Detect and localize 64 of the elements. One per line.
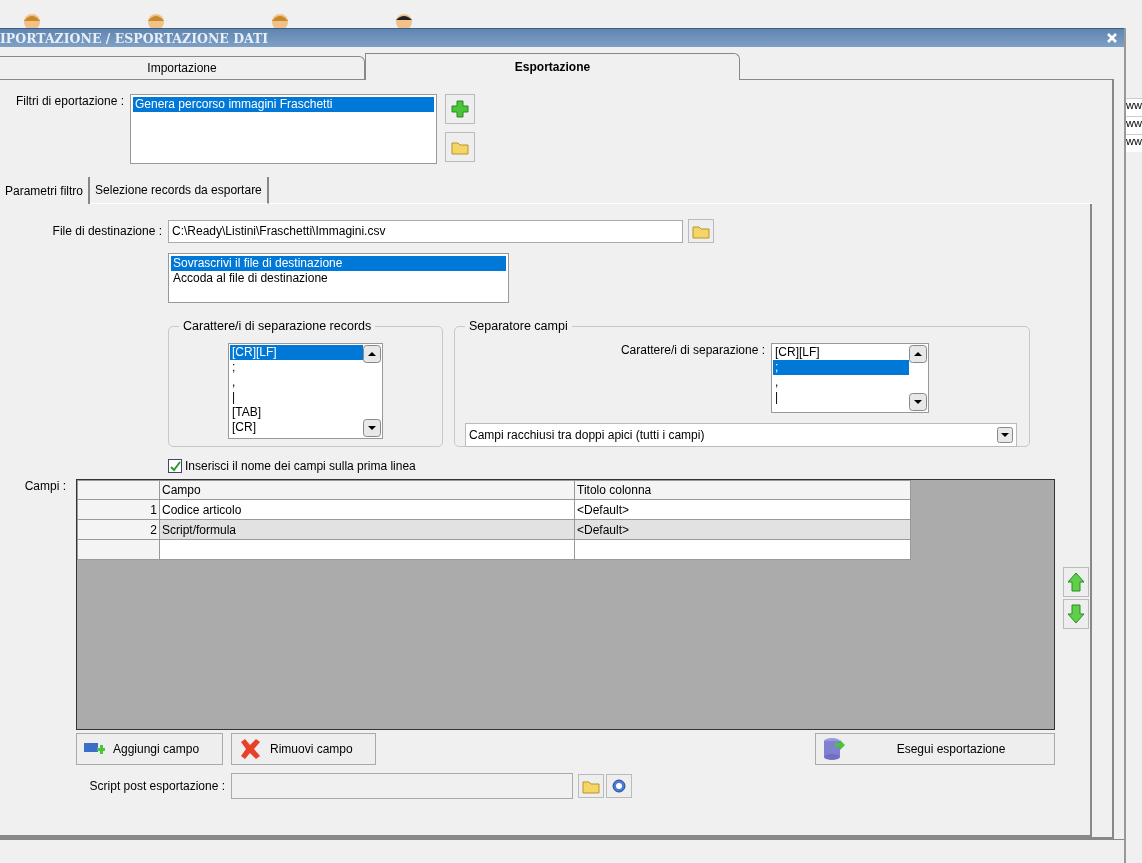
list-item[interactable]: [CR][LF] (773, 345, 909, 360)
window-title: IPORTAZIONE / ESPORTAZIONE DATI (0, 30, 269, 46)
remove-field-button[interactable]: Rimuovi campo (231, 733, 376, 765)
header-checkbox[interactable]: Inserisci il nome dei campi sulla prima linea (168, 459, 1091, 473)
quoting-dropdown[interactable]: Campi racchiusi tra doppi apici (tutti i campi) (465, 423, 1017, 447)
background-text: ww (1126, 116, 1142, 134)
group-title: Separatore campi (468, 319, 569, 333)
separator-list[interactable]: [CR][LF] ; , | (771, 343, 929, 413)
export-button[interactable]: Esegui esportazione (815, 733, 1055, 765)
folder-icon (451, 139, 469, 155)
separator-list[interactable]: [CR][LF] ; , | [TAB] [CR] (228, 343, 383, 439)
list-item[interactable]: ; (230, 360, 363, 375)
field-label: File di destinazione : (51, 224, 163, 238)
list-item[interactable]: Sovrascrivi il file di destinazione (171, 256, 506, 271)
write-mode-list[interactable]: Sovrascrivi il file di destinazione Accoda al file di destinazione (168, 253, 509, 303)
list-item[interactable]: , (230, 375, 363, 390)
checkbox[interactable] (168, 459, 182, 473)
list-item[interactable]: | (773, 390, 909, 405)
background-text: ww (1126, 134, 1142, 152)
tab[interactable]: Esportazione (365, 53, 740, 80)
column-header: Campo (159, 480, 575, 500)
list-item[interactable]: [CR] (230, 420, 363, 435)
list-item[interactable]: | (230, 390, 363, 405)
help-button[interactable] (606, 774, 632, 798)
list-item[interactable]: Genera percorso immagini Fraschetti (133, 97, 434, 112)
x-icon (238, 737, 262, 761)
folder-icon (582, 778, 600, 794)
list-item[interactable]: [CR][LF] (230, 345, 363, 360)
plus-icon (451, 100, 469, 118)
tab[interactable]: Selezione records da esportare (90, 177, 269, 204)
checkbox-label: Inserisci il nome dei campi sulla prima linea (185, 459, 416, 473)
help-icon (612, 779, 626, 793)
table-cell: Codice articolo (159, 499, 575, 520)
destination-field[interactable]: C:\Ready\Listini\Fraschetti\Immagini.csv (168, 219, 683, 243)
background-text: ww (1126, 98, 1142, 116)
add-filter-button[interactable] (445, 94, 475, 124)
field-label: Filtri di eportazione : (14, 94, 125, 108)
list-item[interactable]: , (773, 375, 909, 390)
move-up-button[interactable] (1063, 567, 1089, 597)
caret-icon (997, 427, 1013, 443)
list-item[interactable]: ; (773, 360, 909, 375)
filter-list[interactable]: Genera percorso immagini Fraschetti (130, 94, 437, 164)
list-item[interactable]: Accoda al file di destinazione (171, 271, 506, 286)
table-cell: Script/formula (159, 519, 575, 540)
arrow-up-icon (1067, 572, 1085, 592)
browse-button[interactable] (688, 219, 714, 243)
scrollbar-drawing[interactable] (909, 345, 927, 411)
row-number: 1 (77, 499, 160, 520)
row-number: 2 (77, 519, 160, 540)
scrollbar-drawing[interactable] (363, 345, 381, 437)
field-label: Script post esportazione : (88, 779, 226, 793)
tab[interactable]: Importazione (0, 56, 365, 80)
move-down-button[interactable] (1063, 599, 1089, 629)
list-item[interactable]: [TAB] (230, 405, 363, 420)
group-title: Carattere/i di separazione records (182, 319, 373, 333)
arrow-down-icon (1067, 604, 1085, 624)
folder-icon (692, 223, 710, 239)
open-folder-button[interactable] (445, 132, 475, 162)
column-header: Titolo colonna (574, 480, 911, 500)
database-export-icon (822, 736, 846, 762)
field-label: Campi : (23, 479, 67, 493)
add-field-button[interactable]: Aggiungi campo (76, 733, 223, 765)
close-button[interactable] (1106, 32, 1119, 44)
field-label: Carattere/i di separazione : (619, 343, 766, 357)
